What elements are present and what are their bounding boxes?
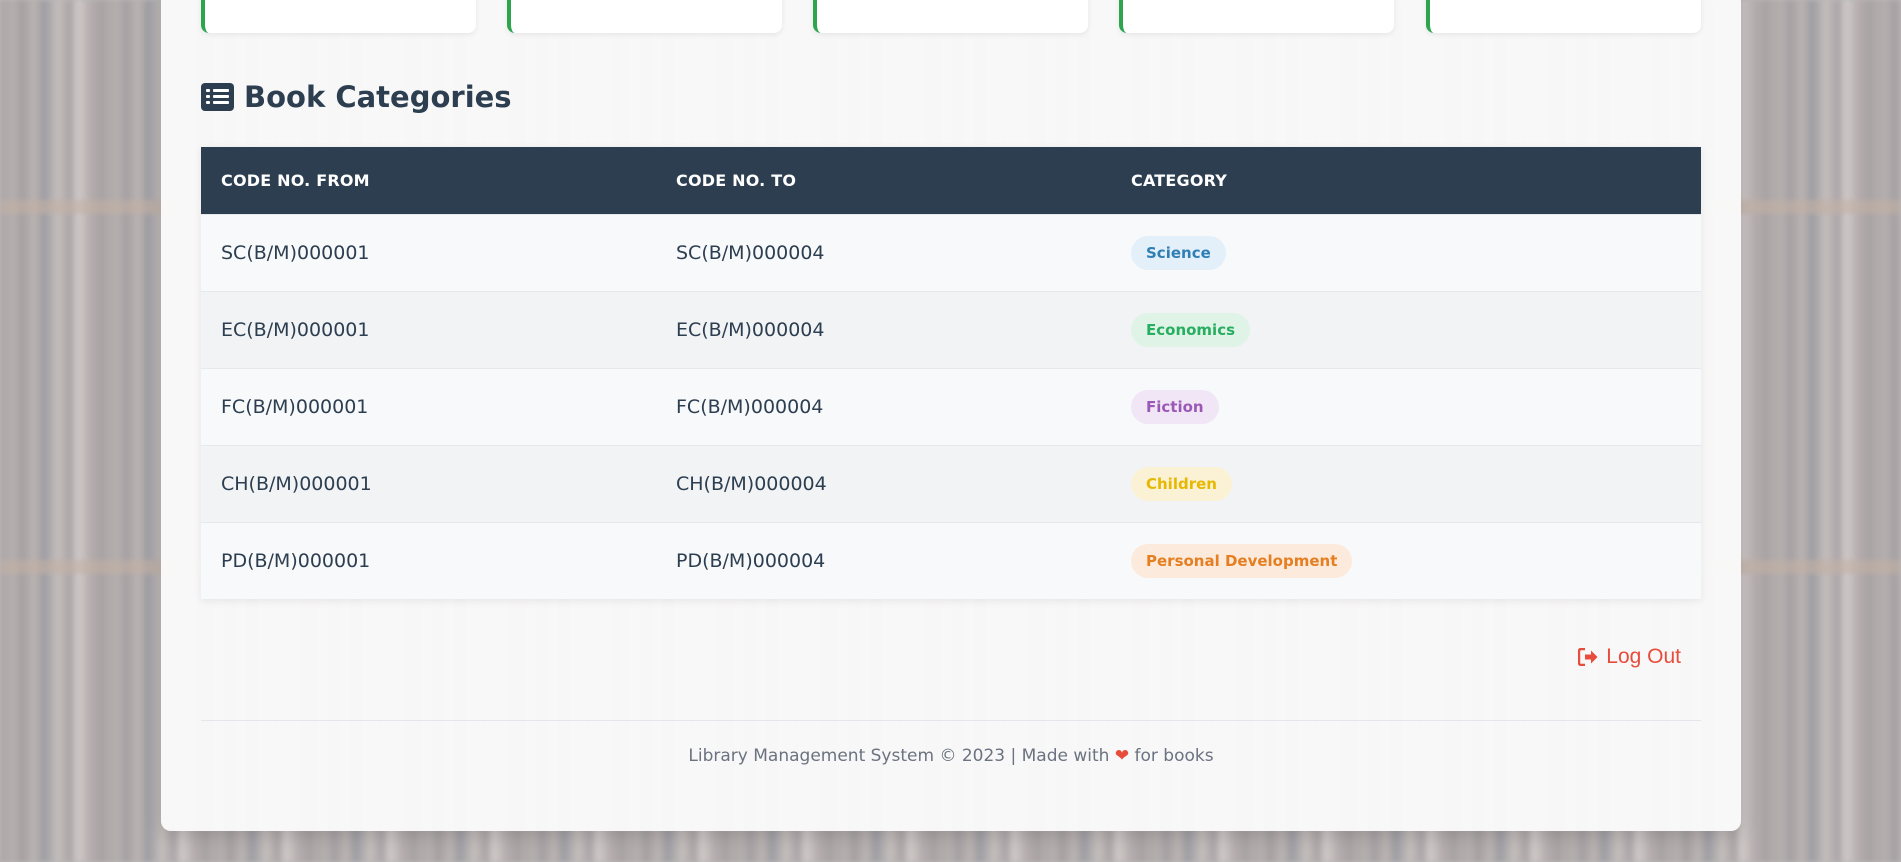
footer-text-after: for books [1134,746,1214,766]
table-row: SC(B/M)000001 SC(B/M)000004 Science [201,214,1701,292]
code-to-cell: FC(B/M)000004 [656,368,1111,446]
stat-card [201,0,476,33]
code-from-cell: FC(B/M)000001 [201,368,656,446]
table-header-row: CODE NO. FROM CODE NO. TO CATEGORY [201,147,1701,215]
stat-cards-row [201,0,1701,33]
categories-table: CODE NO. FROM CODE NO. TO CATEGORY SC(B/… [201,147,1701,599]
category-cell: Children [1111,445,1701,523]
code-to-cell: SC(B/M)000004 [656,214,1111,292]
table-row: EC(B/M)000001 EC(B/M)000004 Economics [201,291,1701,369]
category-cell: Science [1111,214,1701,292]
section-title: Book Categories [201,80,512,114]
stat-card [1119,0,1394,33]
heart-icon: ❤ [1114,746,1130,766]
category-badge: Fiction [1131,390,1219,424]
logout-button[interactable]: Log Out [1578,645,1681,669]
stat-card [813,0,1088,33]
category-badge: Children [1131,467,1232,501]
category-badge: Science [1131,236,1226,270]
table-row: FC(B/M)000001 FC(B/M)000004 Fiction [201,368,1701,446]
code-from-cell: SC(B/M)000001 [201,214,656,292]
code-to-cell: EC(B/M)000004 [656,291,1111,369]
category-cell: Fiction [1111,368,1701,446]
column-header-code-to: CODE NO. TO [656,147,1111,215]
stat-card [507,0,782,33]
code-from-cell: PD(B/M)000001 [201,522,656,599]
footer-divider [201,720,1701,721]
footer-text-before: Library Management System © 2023 | Made … [688,746,1110,766]
section-title-text: Book Categories [244,80,512,114]
code-to-cell: CH(B/M)000004 [656,445,1111,523]
table-row: CH(B/M)000001 CH(B/M)000004 Children [201,445,1701,523]
category-badge: Personal Development [1131,544,1353,578]
list-icon [201,83,234,111]
stat-card [1426,0,1701,33]
code-from-cell: EC(B/M)000001 [201,291,656,369]
code-to-cell: PD(B/M)000004 [656,522,1111,599]
logout-label: Log Out [1606,645,1681,668]
main-card: Book Categories CODE NO. FROM CODE NO. T… [161,0,1741,831]
column-header-code-from: CODE NO. FROM [201,147,656,215]
footer: Library Management System © 2023 | Made … [161,746,1741,766]
table-row: PD(B/M)000001 PD(B/M)000004 Personal Dev… [201,522,1701,599]
column-header-category: CATEGORY [1111,147,1701,215]
category-badge: Economics [1131,313,1251,347]
category-cell: Personal Development [1111,522,1701,599]
sign-out-icon [1578,648,1598,666]
category-cell: Economics [1111,291,1701,369]
code-from-cell: CH(B/M)000001 [201,445,656,523]
